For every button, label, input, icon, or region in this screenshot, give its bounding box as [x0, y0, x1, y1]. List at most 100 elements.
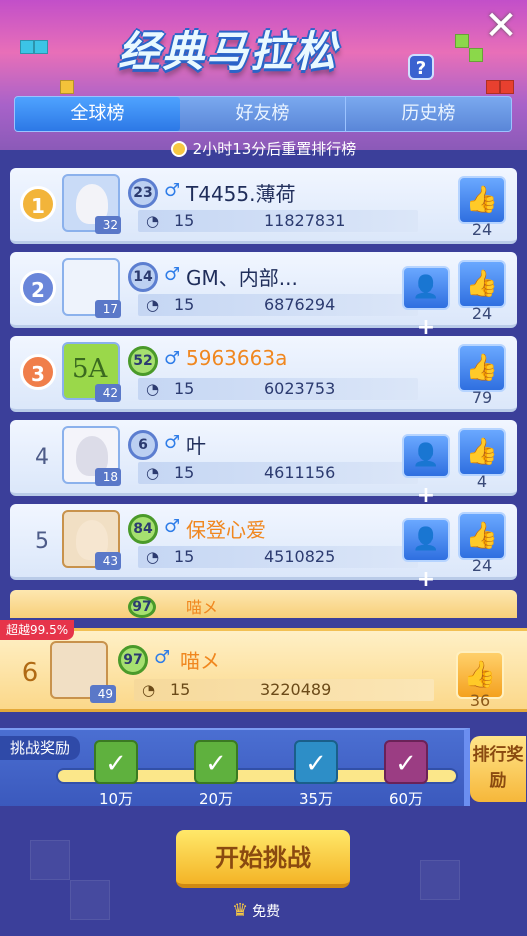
leaderboard-tabs: 全球榜 好友榜 历史榜: [14, 96, 512, 132]
milestone-label: 10万: [98, 790, 134, 808]
stats-bar: ◔ 15 11827831: [138, 210, 418, 232]
start-challenge-button[interactable]: 开始挑战: [176, 830, 350, 888]
like-button[interactable]: 👍: [458, 344, 506, 392]
like-count: 4: [476, 472, 488, 491]
male-icon: ♂: [164, 180, 181, 201]
score-value: 11827831: [264, 211, 346, 230]
like-count: 79: [471, 388, 493, 407]
leaderboard-row: 3 5A 42 52 ♂ 5963663a ◔ 15 6023753 👍 79: [10, 336, 517, 412]
milestone-label: 20万: [198, 790, 234, 808]
male-icon: ♂: [164, 516, 181, 537]
free-text: 免费: [252, 904, 281, 920]
thumbs-up-icon: 👍: [463, 660, 497, 690]
player-level: 17: [95, 300, 121, 318]
player-level: 18: [95, 468, 121, 486]
like-button[interactable]: 👍: [458, 176, 506, 224]
reward-label: 挑战奖励: [0, 736, 81, 760]
like-count: 24: [471, 220, 493, 239]
header-banner: 经典马拉松 ? ✕ 全球榜 好友榜 历史榜: [0, 0, 527, 150]
thumbs-up-icon: 👍: [465, 437, 499, 467]
male-icon: ♂: [164, 264, 181, 285]
player-name: T4455.薄荷: [186, 182, 296, 206]
crown-icon: ♛: [232, 900, 249, 921]
player-name: 叶: [186, 434, 206, 458]
my-like-count: 36: [469, 691, 491, 710]
stats-bar: ◔ 15 4510825: [138, 546, 418, 568]
male-icon: ♂: [164, 432, 181, 453]
background-block: [30, 840, 70, 880]
like-button[interactable]: 👍: [458, 512, 506, 560]
score-value: 6023753: [264, 379, 336, 398]
lines-value: 15: [174, 211, 195, 230]
rank-number: 5: [35, 529, 49, 554]
gift-box-icon[interactable]: ✓: [194, 740, 238, 784]
tab-history[interactable]: 历史榜: [345, 97, 511, 131]
speed-gauge-icon: ◔: [146, 464, 160, 482]
add-friend-button[interactable]: 👤+: [402, 518, 450, 592]
speed-gauge-icon: ◔: [146, 296, 160, 314]
lines-value: 15: [174, 547, 195, 566]
milestone-label: 35万: [298, 790, 334, 808]
speed-gauge-icon: ◔: [146, 212, 160, 230]
reset-text: 2小时13分后重置排行榜: [192, 140, 357, 158]
rank-number: 4: [35, 445, 49, 470]
player-level: 43: [95, 552, 121, 570]
gift-box-icon[interactable]: ✓: [294, 740, 338, 784]
rank-badge: 14: [128, 262, 158, 292]
add-friend-button[interactable]: 👤+: [402, 434, 450, 508]
player-name: 喵メ: [186, 598, 219, 617]
background-block: [420, 860, 460, 900]
player-name: 保登心爱: [186, 518, 266, 542]
speed-gauge-icon: ◔: [142, 681, 156, 699]
tab-friends[interactable]: 好友榜: [180, 97, 345, 131]
player-level: 32: [95, 216, 121, 234]
avatar-text: 5A: [72, 354, 108, 384]
gift-box-icon[interactable]: ✓: [384, 740, 428, 784]
close-button[interactable]: ✕: [483, 6, 519, 46]
thumbs-up-icon: 👍: [465, 521, 499, 551]
like-button[interactable]: 👍: [458, 428, 506, 476]
player-level: 42: [95, 384, 121, 402]
leaderboard-row-partial: 97 喵メ: [10, 590, 517, 618]
silver-medal-icon: 2: [20, 270, 56, 306]
speed-gauge-icon: ◔: [146, 380, 160, 398]
speed-gauge-icon: ◔: [146, 548, 160, 566]
player-name: 5963663a: [186, 346, 288, 370]
rank-reward-button[interactable]: 排行奖励: [470, 736, 526, 802]
rank-badge: 97: [128, 596, 156, 618]
tab-global[interactable]: 全球榜: [15, 97, 180, 131]
gold-medal-icon: 1: [20, 186, 56, 222]
my-rank-row: 6 49 97 ♂ 喵メ ◔ 15 3220489 👍 36: [0, 628, 527, 712]
like-button[interactable]: 👍: [458, 260, 506, 308]
leaderboard-row: 4 18 6 ♂ 叶 ◔ 15 4611156 👤+ 👍 4: [10, 420, 517, 508]
score-value: 6876294: [264, 295, 336, 314]
my-rank-badge: 97: [118, 645, 148, 675]
bronze-medal-icon: 3: [20, 354, 56, 390]
stats-bar: ◔ 15 4611156: [138, 462, 418, 484]
score-value: 4510825: [264, 547, 336, 566]
leaderboard-row: 1 32 23 ♂ T4455.薄荷 ◔ 15 11827831 👍 24: [10, 168, 517, 244]
my-rank-number: 6: [21, 658, 39, 688]
stats-bar: ◔ 15 6876294: [138, 294, 418, 316]
score-value: 4611156: [264, 463, 336, 482]
clock-icon: [170, 141, 187, 157]
gift-box-icon[interactable]: ✓: [94, 740, 138, 784]
lines-value: 15: [174, 379, 195, 398]
help-button[interactable]: ?: [408, 54, 434, 80]
add-user-icon: 👤+: [412, 443, 440, 508]
exceed-badge: 超越99.5%: [0, 620, 75, 640]
my-stats-bar: ◔ 15 3220489: [134, 679, 434, 701]
rank-badge: 52: [128, 346, 158, 376]
add-user-icon: 👤+: [412, 527, 440, 592]
reset-timer: 2小时13分后重置排行榜: [0, 138, 527, 159]
lines-value: 15: [174, 295, 195, 314]
add-friend-button[interactable]: 👤+: [402, 266, 450, 340]
my-level: 49: [90, 685, 116, 703]
leaderboard-row: 2 17 14 ♂ GM、内部... ◔ 15 6876294 👤+ 👍 24: [10, 252, 517, 340]
lines-value: 15: [174, 463, 195, 482]
leaderboard-row: 5 43 84 ♂ 保登心爱 ◔ 15 4510825 👤+ 👍 24: [10, 504, 517, 592]
player-name: GM、内部...: [186, 266, 298, 290]
my-name: 喵メ: [180, 649, 220, 673]
like-count: 24: [471, 304, 493, 323]
milestone-label: 60万: [388, 790, 424, 808]
